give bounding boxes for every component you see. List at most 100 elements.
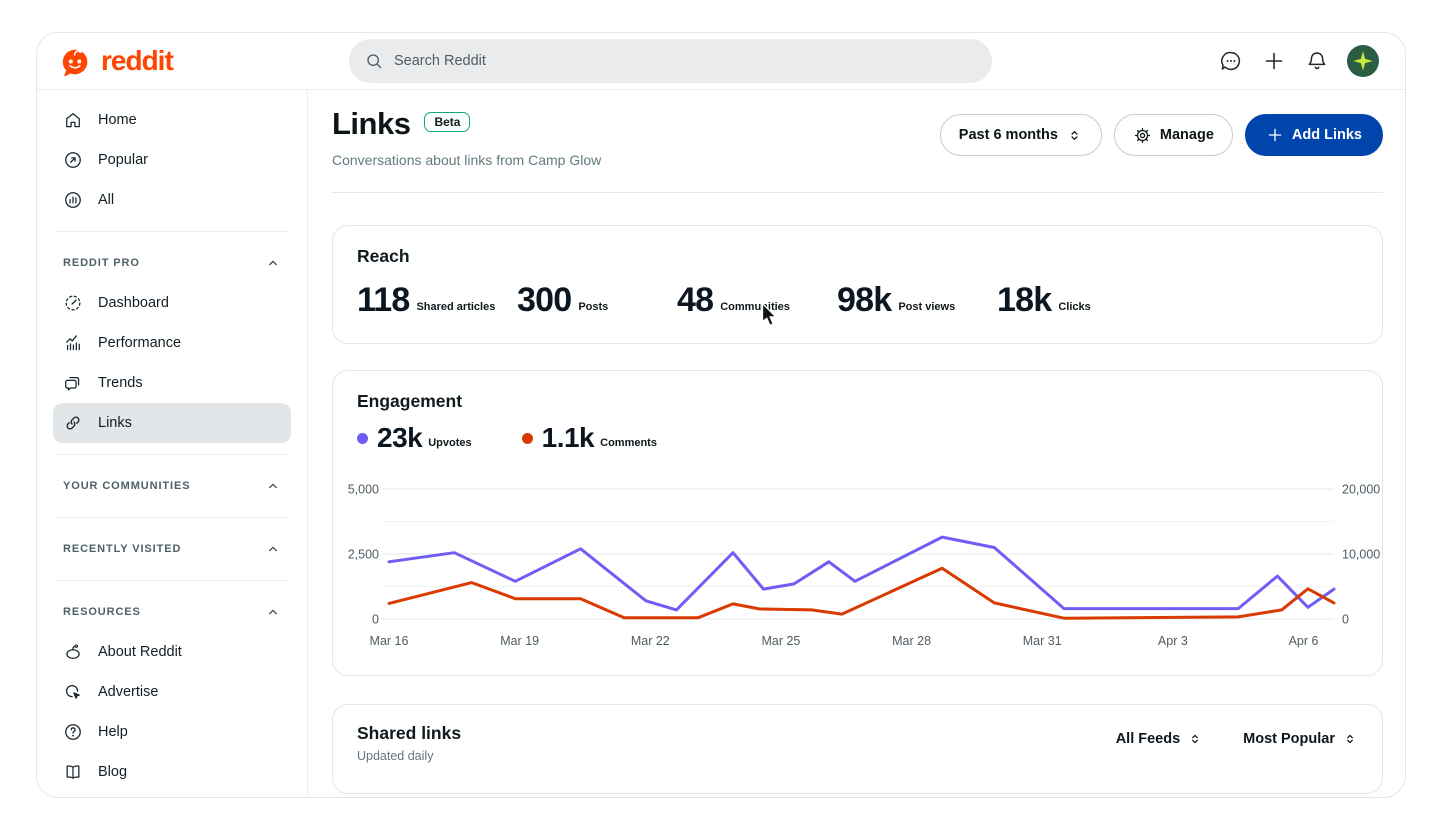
sort-chevrons-icon bbox=[1066, 127, 1083, 144]
sidebar-item-about-reddit[interactable]: About Reddit bbox=[53, 632, 291, 672]
chat-icon[interactable] bbox=[1218, 48, 1244, 74]
svg-text:Apr 6: Apr 6 bbox=[1289, 634, 1319, 648]
profile-avatar[interactable] bbox=[1347, 45, 1379, 77]
engagement-card: Engagement 23k Upvotes 1.1k Comments 02,… bbox=[332, 370, 1383, 676]
chevron-up-icon bbox=[265, 541, 281, 557]
legend-label: Comments bbox=[600, 437, 657, 452]
shared-links-title: Shared links bbox=[357, 723, 461, 744]
svg-text:Mar 31: Mar 31 bbox=[1023, 634, 1062, 648]
sidebar-item-home[interactable]: Home bbox=[53, 100, 291, 140]
chevron-up-icon bbox=[265, 478, 281, 494]
svg-text:20,000: 20,000 bbox=[1342, 483, 1380, 497]
stat-label: Posts bbox=[578, 301, 608, 317]
sort-filter-select[interactable]: Most Popular bbox=[1243, 731, 1358, 747]
shared-links-controls: All Feeds Most Popular bbox=[1116, 731, 1358, 747]
sidebar-item-label: Dashboard bbox=[98, 295, 169, 311]
notifications-icon[interactable] bbox=[1304, 48, 1330, 74]
page-subtitle: Conversations about links from Camp Glow bbox=[332, 152, 601, 168]
chart-area: 02,5005,000010,00020,000Mar 16Mar 19Mar … bbox=[333, 478, 1382, 659]
stat-value: 48 bbox=[677, 283, 713, 317]
home-icon bbox=[63, 110, 83, 130]
stat-communities: 48 Communities bbox=[677, 283, 837, 317]
snoo-logo-icon bbox=[59, 44, 93, 78]
sidebar-item-all[interactable]: All bbox=[53, 180, 291, 220]
add-links-button[interactable]: Add Links bbox=[1245, 114, 1383, 156]
reddit-wordmark: reddit bbox=[101, 45, 173, 77]
sidebar-item-dashboard[interactable]: Dashboard bbox=[53, 283, 291, 323]
sidebar-item-label: Trends bbox=[98, 375, 143, 391]
section-title: RECENTLY VISITED bbox=[63, 543, 181, 555]
content-shell: Home Popular All REDDIT PRO bbox=[37, 90, 1405, 797]
sidebar-divider bbox=[55, 517, 289, 518]
stat-label: Shared articles bbox=[416, 301, 495, 317]
sidebar-item-label: Advertise bbox=[98, 684, 158, 700]
feed-filter-select[interactable]: All Feeds bbox=[1116, 731, 1203, 747]
sidebar-item-label: About Reddit bbox=[98, 644, 182, 660]
legend-comments: 1.1k Comments bbox=[522, 424, 657, 452]
dashboard-icon bbox=[63, 293, 83, 313]
sidebar-item-advertise[interactable]: Advertise bbox=[53, 672, 291, 712]
create-post-icon[interactable] bbox=[1261, 48, 1287, 74]
manage-label: Manage bbox=[1160, 127, 1214, 143]
section-title: RESOURCES bbox=[63, 606, 141, 618]
sidebar-item-trends[interactable]: Trends bbox=[53, 363, 291, 403]
chevron-up-icon bbox=[265, 604, 281, 620]
sidebar-item-popular[interactable]: Popular bbox=[53, 140, 291, 180]
svg-text:0: 0 bbox=[1342, 613, 1349, 627]
sidebar-item-label: All bbox=[98, 192, 114, 208]
stat-posts: 300 Posts bbox=[517, 283, 677, 317]
advertise-icon bbox=[63, 682, 83, 702]
sort-chevrons-icon bbox=[1187, 731, 1203, 747]
help-icon bbox=[63, 722, 83, 742]
time-range-label: Past 6 months bbox=[959, 127, 1058, 143]
reach-title: Reach bbox=[357, 246, 1358, 267]
svg-text:Mar 16: Mar 16 bbox=[370, 634, 409, 648]
sidebar-item-links[interactable]: Links bbox=[53, 403, 291, 443]
reddit-logo[interactable]: reddit bbox=[37, 44, 308, 78]
svg-text:Mar 22: Mar 22 bbox=[631, 634, 670, 648]
svg-text:Mar 28: Mar 28 bbox=[892, 634, 931, 648]
nav-actions bbox=[1218, 45, 1405, 77]
sidebar-item-label: Popular bbox=[98, 152, 148, 168]
page-title: Links bbox=[332, 106, 410, 142]
sidebar-divider bbox=[55, 454, 289, 455]
performance-icon bbox=[63, 333, 83, 353]
sidebar-section-recently-visited[interactable]: RECENTLY VISITED bbox=[53, 529, 291, 569]
svg-text:0: 0 bbox=[372, 613, 379, 627]
time-range-select[interactable]: Past 6 months bbox=[940, 114, 1102, 156]
svg-text:Apr 3: Apr 3 bbox=[1158, 634, 1188, 648]
stat-label: Post views bbox=[898, 301, 955, 317]
svg-text:Mar 25: Mar 25 bbox=[761, 634, 800, 648]
header-divider bbox=[332, 192, 1383, 193]
trends-icon bbox=[63, 373, 83, 393]
snoo-icon bbox=[63, 642, 83, 662]
legend-value: 23k bbox=[377, 424, 422, 452]
search-input[interactable]: Search Reddit bbox=[349, 39, 992, 83]
stat-label: Communities bbox=[720, 301, 790, 317]
sidebar-item-performance[interactable]: Performance bbox=[53, 323, 291, 363]
reach-stats: 118 Shared articles 300 Posts 48 Communi… bbox=[357, 283, 1358, 317]
app-window: reddit Search Reddit bbox=[36, 32, 1406, 798]
feed-filter-label: All Feeds bbox=[1116, 731, 1180, 747]
plus-icon bbox=[1266, 126, 1284, 144]
sidebar-item-label: Links bbox=[98, 415, 132, 431]
stat-shared-articles: 118 Shared articles bbox=[357, 283, 517, 317]
manage-button[interactable]: Manage bbox=[1114, 114, 1233, 156]
sidebar-section-your-communities[interactable]: YOUR COMMUNITIES bbox=[53, 466, 291, 506]
engagement-title: Engagement bbox=[357, 391, 1358, 412]
shared-links-card: Shared links Updated daily All Feeds Mos… bbox=[332, 704, 1383, 794]
avatar-star-icon bbox=[1350, 48, 1376, 74]
sidebar-item-help[interactable]: Help bbox=[53, 712, 291, 752]
stat-value: 98k bbox=[837, 283, 891, 317]
sidebar-section-resources[interactable]: RESOURCES bbox=[53, 592, 291, 632]
page-header: Links Beta Conversations about links fro… bbox=[332, 106, 1383, 168]
sidebar-section-reddit-pro[interactable]: REDDIT PRO bbox=[53, 243, 291, 283]
sidebar-item-blog[interactable]: Blog bbox=[53, 752, 291, 792]
links-icon bbox=[63, 413, 83, 433]
search-icon bbox=[364, 51, 384, 71]
stat-value: 300 bbox=[517, 283, 571, 317]
sidebar-item-label: Blog bbox=[98, 764, 127, 780]
sidebar-item-label: Performance bbox=[98, 335, 181, 351]
section-title: YOUR COMMUNITIES bbox=[63, 480, 190, 492]
add-links-label: Add Links bbox=[1292, 127, 1362, 143]
